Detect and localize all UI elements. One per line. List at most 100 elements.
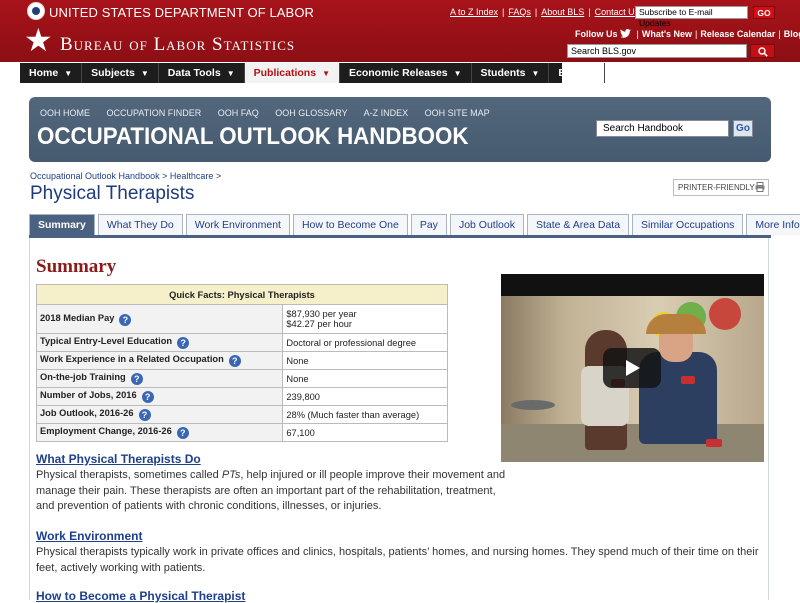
work-environment-link[interactable]: Work Environment: [36, 529, 142, 543]
handbook-search-input[interactable]: Search Handbook: [596, 120, 729, 137]
fact-value: 67,100: [282, 423, 448, 442]
tab-job-outlook[interactable]: Job Outlook: [449, 214, 524, 235]
fact-value: Doctoral or professional degree: [282, 333, 448, 352]
nav-economic-releases[interactable]: Economic Releases ▼: [340, 63, 472, 83]
follow-row: Follow Us | What's New | Release Calendar | B…: [575, 29, 800, 39]
ooh-glossary-link[interactable]: OOH GLOSSARY: [275, 108, 347, 118]
ooh-faq-link[interactable]: OOH FAQ: [218, 108, 259, 118]
table-row: 2018 Median Pay? $87,930 per year $42.27 …: [35, 304, 448, 334]
play-button-icon[interactable]: [603, 348, 661, 388]
dol-seal-icon[interactable]: [27, 2, 45, 20]
site-search-button[interactable]: [750, 44, 775, 58]
about-bls-link[interactable]: About BLS: [541, 7, 584, 17]
bls-star-logo-icon[interactable]: ★: [24, 24, 54, 56]
ooh-links: OOH HOME OCCUPATION FINDER OOH FAQ OOH G…: [40, 108, 504, 118]
trampoline: [511, 400, 555, 410]
help-icon[interactable]: ?: [177, 337, 190, 349]
breadcrumb-handbook[interactable]: Occupational Outlook Handbook: [30, 171, 160, 181]
nav-students[interactable]: Students ▼: [472, 63, 550, 83]
chevron-down-icon: ▼: [64, 69, 73, 78]
whats-new-link[interactable]: What's New: [642, 29, 692, 39]
what-they-do-link[interactable]: What Physical Therapists Do: [36, 452, 201, 466]
summary-heading: Summary: [36, 256, 117, 277]
printer-friendly-button[interactable]: PRINTER-FRIENDLY: [673, 179, 769, 196]
table-row: Work Experience in a Related Occupation?…: [35, 351, 448, 370]
quick-facts-table: Quick Facts: Physical Therapists 2018 Me…: [35, 284, 448, 442]
occupation-finder-link[interactable]: OCCUPATION FINDER: [107, 108, 202, 118]
help-icon[interactable]: ?: [130, 373, 143, 385]
printer-icon: [755, 182, 765, 192]
help-icon[interactable]: ?: [138, 409, 151, 421]
faqs-link[interactable]: FAQs: [508, 7, 531, 17]
dumbbell: [706, 439, 722, 447]
site-search-input[interactable]: Search BLS.gov: [567, 44, 747, 58]
fact-value: None: [282, 351, 448, 370]
chevron-down-icon: ▼: [531, 69, 540, 78]
contact-us-link[interactable]: Contact Us: [595, 7, 640, 17]
email-go-button[interactable]: GO: [753, 6, 775, 19]
breadcrumb-healthcare[interactable]: Healthcare: [170, 171, 214, 181]
nav-beta[interactable]: Beta ▼: [549, 63, 606, 83]
email-subscribe-input[interactable]: Subscribe to E-mail Updates: [635, 6, 748, 28]
chevron-down-icon: ▼: [226, 69, 235, 78]
nav-data-tools[interactable]: Data Tools ▼: [159, 63, 245, 83]
blog-link[interactable]: Blog: [784, 29, 800, 39]
tab-summary[interactable]: Summary: [29, 214, 95, 236]
printer-friendly-label: PRINTER-FRIENDLY: [678, 183, 755, 192]
tab-state-area-data[interactable]: State & Area Data: [526, 214, 630, 235]
tab-how-to-become-one[interactable]: How to Become One: [292, 214, 408, 235]
tab-pay[interactable]: Pay: [410, 214, 447, 235]
table-row: On-the-job Training? None: [35, 369, 448, 388]
help-icon[interactable]: ?: [141, 391, 154, 403]
nav-label: Data Tools: [167, 67, 221, 79]
fact-key-label: Employment Change, 2016-26: [40, 426, 172, 436]
fact-key-label: Job Outlook, 2016-26: [40, 408, 134, 418]
fact-key: Work Experience in a Related Occupation?: [35, 351, 284, 370]
tab-more-info[interactable]: More Info: [746, 214, 800, 235]
how-to-become-link[interactable]: How to Become a Physical Therapist: [36, 589, 245, 603]
search-icon: [758, 47, 768, 57]
tab-what-they-do[interactable]: What They Do: [97, 214, 183, 235]
help-icon[interactable]: ?: [228, 355, 241, 367]
help-icon[interactable]: ?: [119, 313, 132, 326]
para-em: PTs: [221, 469, 241, 481]
fact-value: 239,800: [282, 387, 448, 406]
nav-home[interactable]: Home ▼: [20, 63, 83, 83]
main-nav: Home ▼ Subjects ▼ Data Tools ▼ Publications…: [20, 63, 606, 83]
fact-key: Number of Jobs, 2016?: [35, 387, 284, 406]
fact-value: 28% (Much faster than average): [282, 405, 448, 424]
breadcrumb: Occupational Outlook Handbook > Healthca…: [30, 171, 221, 181]
exercise-ball: [709, 298, 741, 330]
fact-value-line: $87,930 per year: [286, 309, 357, 319]
nav-subjects[interactable]: Subjects ▼: [82, 63, 159, 83]
table-row: Typical Entry-Level Education? Doctoral …: [35, 333, 448, 352]
tab-similar-occupations[interactable]: Similar Occupations: [632, 214, 744, 235]
fact-key-label: Typical Entry-Level Education: [40, 336, 173, 346]
fact-value: $87,930 per year $42.27 per hour: [282, 304, 448, 334]
handbook-go-button[interactable]: Go: [733, 120, 753, 137]
nav-label: Home: [29, 67, 59, 79]
fact-key: On-the-job Training?: [35, 369, 284, 388]
release-calendar-link[interactable]: Release Calendar: [700, 29, 775, 39]
chevron-down-icon: ▼: [453, 69, 462, 78]
a-z-index-link[interactable]: A-Z INDEX: [364, 108, 409, 118]
video-floor: [501, 424, 764, 462]
a-to-z-link[interactable]: A to Z Index: [450, 7, 498, 17]
para-text: Physical therapists, sometimes called: [36, 469, 222, 481]
nav-publications[interactable]: Publications ▼: [244, 63, 340, 83]
fact-key-label: On-the-job Training: [40, 372, 126, 382]
dol-title[interactable]: UNITED STATES DEPARTMENT OF LABOR: [49, 5, 314, 20]
dumbbell: [681, 376, 695, 384]
ooh-home-link[interactable]: OOH HOME: [40, 108, 90, 118]
breadcrumb-sep: >: [162, 171, 168, 181]
ooh-site-map-link[interactable]: OOH SITE MAP: [425, 108, 490, 118]
ooh-title[interactable]: OCCUPATIONAL OUTLOOK HANDBOOK: [37, 123, 469, 151]
fact-key: 2018 Median Pay?: [35, 304, 284, 334]
twitter-icon[interactable]: [620, 29, 631, 38]
bls-title[interactable]: Bureau of Labor Statistics: [60, 34, 295, 56]
tab-work-environment[interactable]: Work Environment: [185, 214, 290, 235]
help-icon[interactable]: ?: [176, 427, 189, 439]
page-title: Physical Therapists: [30, 183, 195, 204]
follow-us-link[interactable]: Follow Us: [575, 29, 618, 39]
fact-key: Employment Change, 2016-26?: [35, 423, 284, 442]
